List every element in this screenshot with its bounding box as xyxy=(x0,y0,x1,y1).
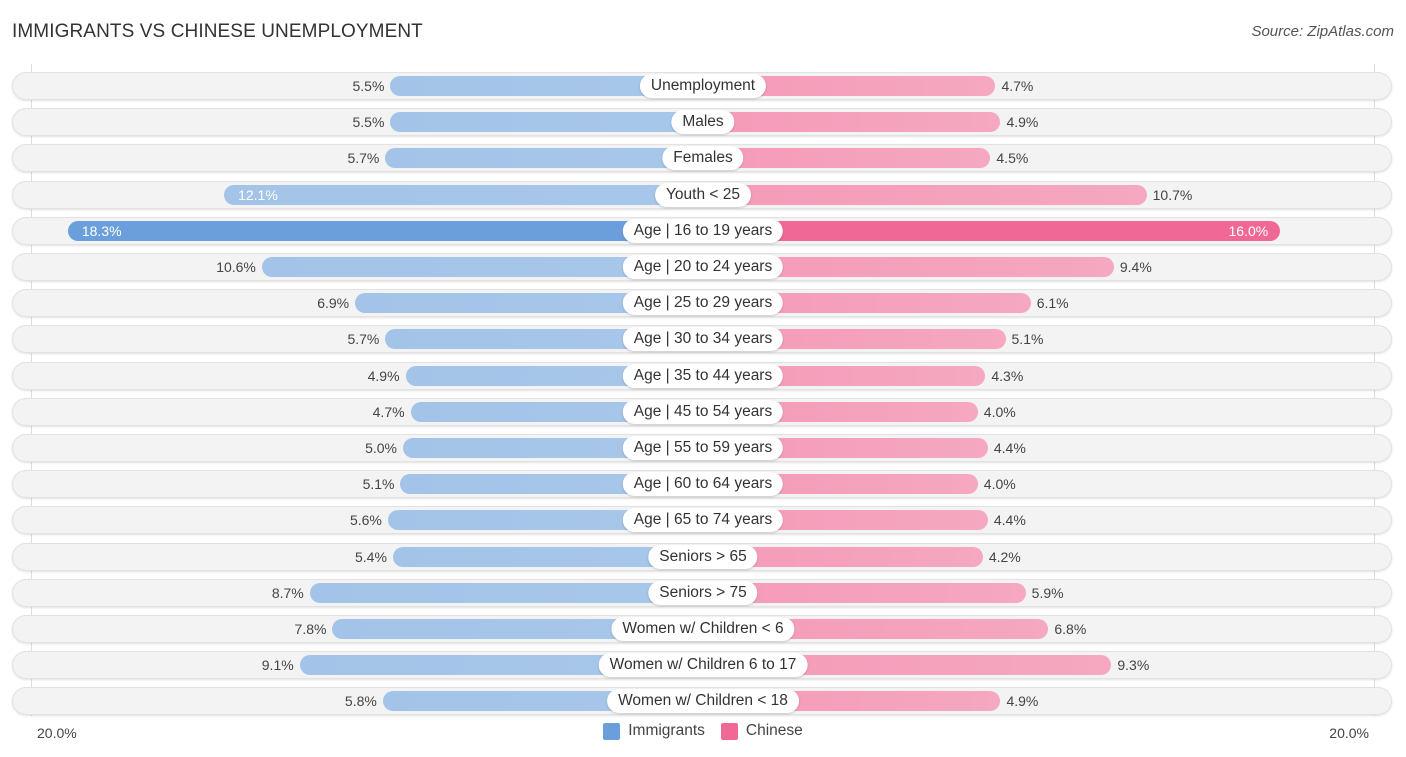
value-label-chinese: 4.5% xyxy=(996,150,1029,166)
category-label: Age | 16 to 19 years xyxy=(622,219,784,243)
value-label-immigrants: 12.1% xyxy=(238,187,278,203)
legend-label-immigrants: Immigrants xyxy=(628,722,705,739)
legend-swatch-immigrants xyxy=(603,722,621,740)
value-label-chinese: 10.7% xyxy=(1152,187,1193,203)
value-label-immigrants: 4.7% xyxy=(372,404,405,420)
legend: Immigrants Chinese xyxy=(0,722,1406,740)
value-label-chinese: 5.9% xyxy=(1031,585,1064,601)
value-label-immigrants: 5.5% xyxy=(352,78,385,94)
value-label-chinese: 4.4% xyxy=(993,440,1026,456)
category-label: Age | 65 to 74 years xyxy=(622,508,784,532)
value-label-immigrants: 8.7% xyxy=(271,585,304,601)
bar-chinese[interactable] xyxy=(703,112,1001,132)
category-label: Age | 25 to 29 years xyxy=(622,291,784,315)
bar-immigrants[interactable] xyxy=(224,185,703,205)
category-label: Seniors > 75 xyxy=(648,581,758,605)
value-label-immigrants: 9.1% xyxy=(261,657,294,673)
value-label-chinese: 9.4% xyxy=(1119,259,1152,275)
bar-immigrants[interactable] xyxy=(309,583,703,603)
legend-swatch-chinese xyxy=(720,722,738,740)
category-label: Age | 45 to 54 years xyxy=(622,400,784,424)
value-label-immigrants: 18.3% xyxy=(81,223,122,239)
chart-rows: 5.5% 4.7% Unemployment 5.5% 4.9% Males 5.7% 4.5… xyxy=(0,0,1406,757)
legend-item-immigrants[interactable]: Immigrants xyxy=(603,722,705,740)
category-label: Youth < 25 xyxy=(655,183,751,207)
legend-item-chinese[interactable]: Chinese xyxy=(720,722,803,740)
value-label-immigrants: 6.9% xyxy=(317,295,350,311)
value-label-chinese: 6.1% xyxy=(1036,295,1069,311)
value-label-chinese: 4.9% xyxy=(1006,114,1039,130)
value-label-immigrants: 5.6% xyxy=(349,512,382,528)
bar-immigrants[interactable] xyxy=(385,148,703,168)
bar-immigrants[interactable] xyxy=(390,112,703,132)
category-label: Males xyxy=(671,110,735,134)
value-label-immigrants: 5.0% xyxy=(365,440,397,456)
value-label-chinese: 16.0% xyxy=(1228,223,1269,239)
category-label: Women w/ Children 6 to 17 xyxy=(598,653,808,677)
category-label: Age | 20 to 24 years xyxy=(622,255,784,279)
bar-chinese[interactable] xyxy=(703,148,991,168)
value-label-immigrants: 5.7% xyxy=(347,150,380,166)
category-label: Seniors > 65 xyxy=(648,545,758,569)
value-label-chinese: 4.7% xyxy=(1001,78,1034,94)
category-label: Females xyxy=(662,146,744,170)
value-label-chinese: 4.2% xyxy=(988,549,1021,565)
legend-label-chinese: Chinese xyxy=(745,722,803,739)
category-label: Age | 35 to 44 years xyxy=(622,364,784,388)
bar-immigrants[interactable] xyxy=(67,221,703,241)
category-label: Age | 30 to 34 years xyxy=(622,327,784,351)
category-label: Women w/ Children < 18 xyxy=(607,689,799,713)
value-label-immigrants: 5.7% xyxy=(347,331,380,347)
value-label-immigrants: 7.8% xyxy=(294,621,327,637)
value-label-chinese: 4.0% xyxy=(983,476,1016,492)
value-label-chinese: 6.8% xyxy=(1054,621,1087,637)
value-label-chinese: 5.1% xyxy=(1011,331,1044,347)
value-label-immigrants: 4.9% xyxy=(367,368,400,384)
value-label-chinese: 9.3% xyxy=(1117,657,1150,673)
value-label-chinese: 4.4% xyxy=(993,512,1026,528)
category-label: Age | 55 to 59 years xyxy=(622,436,784,460)
value-label-immigrants: 5.8% xyxy=(344,693,377,709)
value-label-immigrants: 5.4% xyxy=(355,549,387,565)
category-label: Age | 60 to 64 years xyxy=(622,472,784,496)
bar-chinese[interactable] xyxy=(703,185,1147,205)
bar-chinese[interactable] xyxy=(703,221,1281,241)
value-label-chinese: 4.9% xyxy=(1006,693,1039,709)
value-label-immigrants: 10.6% xyxy=(216,259,256,275)
value-label-immigrants: 5.5% xyxy=(352,114,385,130)
value-label-immigrants: 5.1% xyxy=(362,476,395,492)
category-label: Unemployment xyxy=(639,74,767,98)
value-label-chinese: 4.3% xyxy=(991,368,1024,384)
category-label: Women w/ Children < 6 xyxy=(611,617,795,641)
value-label-chinese: 4.0% xyxy=(983,404,1016,420)
